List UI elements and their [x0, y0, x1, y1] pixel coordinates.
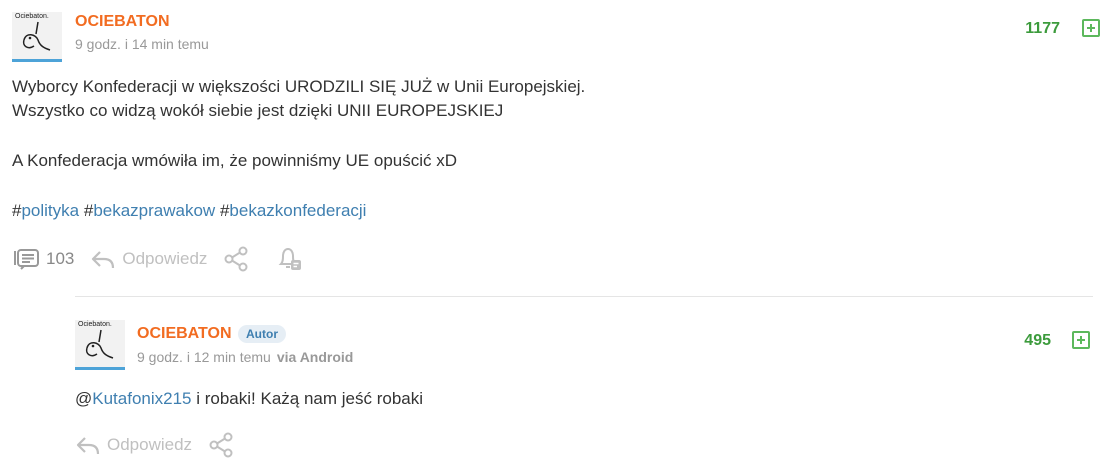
tag-hash: # — [219, 201, 230, 220]
notify-button[interactable] — [275, 246, 303, 272]
comment-via: via Android — [276, 349, 354, 365]
reply-label: Odpowiedz — [122, 249, 208, 268]
comment-reply-label: Odpowiedz — [107, 435, 193, 454]
post-line-3: A Konfederacja wmówiła im, że powinniśmy… — [12, 151, 458, 170]
comment-time[interactable]: 9 godz. i 12 min temu via Android — [137, 349, 353, 365]
avatar-drawing-icon — [22, 21, 51, 51]
tag-bekazprawakow[interactable]: bekazprawakow — [93, 201, 215, 220]
post-plus-button[interactable] — [1082, 19, 1100, 37]
comment-author[interactable]: OCIEBATON — [137, 325, 232, 343]
tag-hash: # — [83, 201, 94, 220]
post-author[interactable]: OCIEBATON — [75, 13, 170, 31]
share-button[interactable] — [223, 246, 249, 272]
comment-share-button[interactable] — [208, 432, 234, 458]
comment-score: 495 — [1024, 332, 1051, 349]
comments-icon — [14, 249, 39, 270]
mention-prefix: @ — [75, 389, 93, 408]
comments-button[interactable]: 103 — [12, 247, 74, 271]
comment-actions: Odpowiedz — [75, 432, 234, 458]
comment-avatar[interactable]: Ociebaton. — [75, 320, 125, 370]
share-icon — [209, 432, 233, 458]
reply-icon — [92, 251, 115, 269]
post-avatar[interactable]: Ociebaton. — [12, 12, 62, 62]
post-line-2: Wszystko co widzą wokół siebie jest dzię… — [12, 101, 504, 120]
avatar-drawing-icon — [85, 329, 114, 359]
tag-polityka[interactable]: polityka — [21, 201, 79, 220]
comment-text: @Kutafonix215 i robaki! Każą nam jeść ro… — [75, 387, 423, 411]
comments-count: 103 — [46, 249, 75, 268]
reply-button[interactable]: Odpowiedz — [90, 248, 207, 270]
post-tags: #polityka #bekazprawakow #bekazkonfedera… — [12, 199, 366, 223]
tag-bekazkonfederacji[interactable]: bekazkonfederacji — [229, 201, 366, 220]
bell-icon — [279, 247, 302, 270]
post-time[interactable]: 9 godz. i 14 min temu — [75, 36, 209, 52]
avatar-caption: Ociebaton. — [78, 321, 112, 328]
post-actions: 103 Odpowiedz — [12, 246, 303, 272]
post-line-1: Wyborcy Konfederacji w większości URODZI… — [12, 77, 586, 96]
comment-reply-button[interactable]: Odpowiedz — [75, 434, 192, 456]
comment-time-text: 9 godz. i 12 min temu — [137, 349, 271, 365]
divider — [75, 296, 1093, 297]
comment-body: i robaki! Każą nam jeść robaki — [191, 389, 424, 408]
mention-link[interactable]: Kutafonix215 — [92, 389, 191, 408]
avatar-caption: Ociebaton. — [15, 13, 49, 20]
share-icon — [224, 246, 248, 272]
author-badge: Autor — [238, 325, 286, 343]
post-score: 1177 — [1025, 20, 1060, 37]
comment-plus-button[interactable] — [1072, 331, 1090, 349]
reply-icon — [76, 437, 100, 455]
